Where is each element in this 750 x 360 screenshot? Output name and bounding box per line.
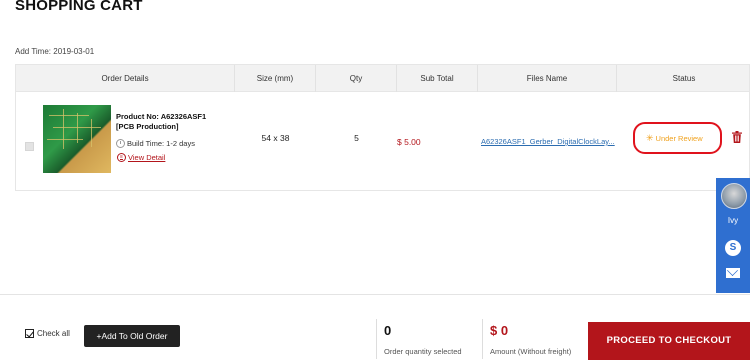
product-no-text: Product No: A62326ASF1 (116, 112, 207, 121)
status-text: Under Review (655, 134, 703, 143)
page-title: SHOPPING CART (15, 0, 143, 14)
header-size: Size (mm) (235, 65, 316, 92)
header-status: Status (672, 74, 696, 83)
trash-icon[interactable] (732, 131, 742, 143)
cart-footer: Check all +Add To Old Order 0 Order quan… (0, 294, 750, 360)
order-quantity-label: Order quantity selected (384, 347, 462, 356)
check-all-label: Check all (37, 329, 70, 338)
size-value: 54 x 38 (261, 133, 290, 143)
agent-name: Ivy (727, 216, 739, 225)
amount-label: Amount (Without freight) (490, 347, 572, 356)
proceed-to-checkout-button[interactable]: PROCEED TO CHECKOUT (588, 322, 750, 360)
header-order-details: Order Details (16, 65, 235, 92)
view-detail-text: View Detail (128, 153, 166, 162)
avatar[interactable] (721, 183, 747, 209)
qty-value: 5 (354, 133, 359, 143)
add-to-old-order-button[interactable]: +Add To Old Order (84, 325, 180, 347)
build-time: Build Time: 1-2 days (116, 139, 195, 148)
product-number: Product No: A62326ASF1 [PCB Production] (116, 112, 236, 132)
check-all-checkbox[interactable] (25, 329, 34, 338)
product-type-text: [PCB Production] (116, 122, 179, 131)
clock-icon (116, 139, 125, 148)
file-name-link[interactable]: A62326ASF1_Gerber_DigitalClockLay... (481, 137, 615, 146)
header-qty: Qty (316, 65, 397, 92)
spinner-icon: ✳ (646, 133, 654, 143)
cart-table: Order Details Size (mm) Qty Sub Total Fi… (15, 64, 750, 191)
pcb-thumbnail (43, 105, 111, 173)
subtotal-value: $ 5.00 (397, 137, 421, 147)
divider (482, 319, 483, 359)
mail-icon[interactable] (726, 268, 740, 278)
table-header: Order Details Size (mm) Qty Sub Total Fi… (16, 65, 749, 92)
skype-icon[interactable]: S (725, 240, 741, 256)
order-quantity-value: 0 (384, 323, 392, 338)
amount-value: $ 0 (490, 323, 509, 338)
table-row: Product No: A62326ASF1 [PCB Production] … (16, 93, 749, 191)
row-select-checkbox[interactable] (25, 142, 34, 151)
header-subtotal: Sub Total (397, 65, 478, 92)
build-time-text: Build Time: 1-2 days (127, 139, 195, 148)
divider (376, 319, 377, 359)
document-icon: ≡ (117, 153, 126, 162)
add-time: Add Time: 2019-03-01 (15, 47, 95, 56)
check-all[interactable]: Check all (25, 329, 70, 338)
support-sidebar: Ivy S (716, 178, 750, 293)
view-detail-link[interactable]: ≡ View Detail (117, 153, 165, 162)
status-badge: ✳ Under Review (646, 133, 703, 144)
header-files-name: Files Name (478, 65, 617, 92)
